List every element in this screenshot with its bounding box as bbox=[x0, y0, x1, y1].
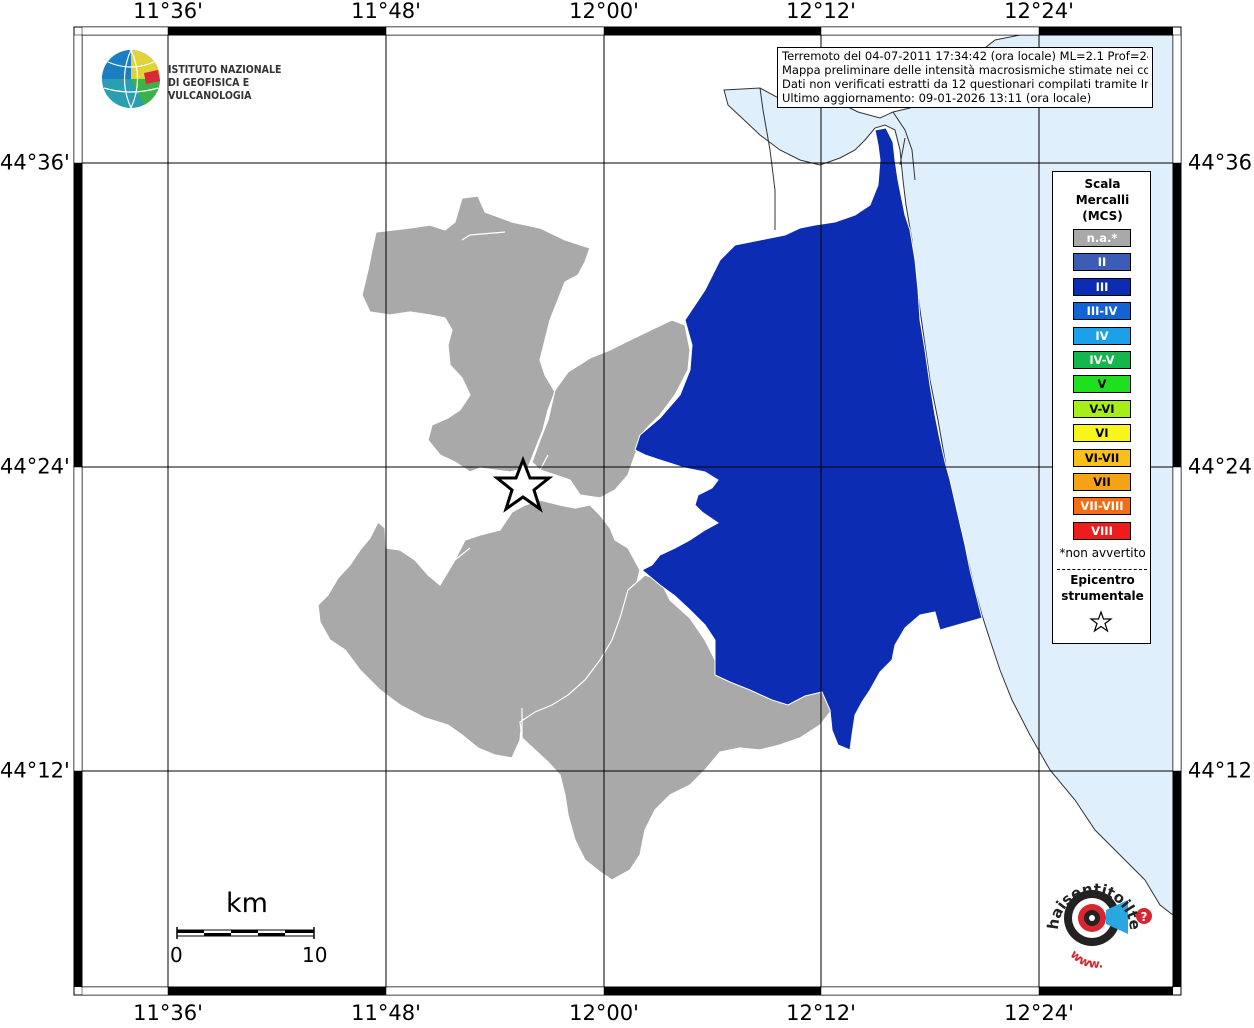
legend-title-2: Mercalli bbox=[1075, 193, 1130, 207]
event-info-box: Terremoto del 04-07-2011 17:34:42 (ora l… bbox=[777, 47, 1153, 108]
svg-text:www.: www. bbox=[1068, 947, 1104, 971]
haisentito-logo: ? haisentitoilterremoto.it www. bbox=[1022, 846, 1160, 975]
legend-swatch-6: IV-V bbox=[1073, 351, 1131, 369]
lat-label-left-2: 44°24' bbox=[0, 454, 70, 479]
legend-swatch-5: IV bbox=[1073, 326, 1131, 345]
lat-label-right-3: 44°12' bbox=[1188, 758, 1254, 783]
map-stage: 11°36' 11°48' 12°00' 12°12' 12°24' 11°36… bbox=[0, 0, 1254, 1024]
lon-label-bottom-3: 12°00' bbox=[569, 1001, 639, 1025]
mcs-legend: Scala Mercalli (MCS) n.a.* II III III-IV IV I… bbox=[1052, 171, 1151, 644]
legend-swatch-12: VII-VIII bbox=[1073, 497, 1131, 516]
lon-label-bottom-1: 11°36' bbox=[133, 1001, 203, 1025]
legend-swatch-2: II bbox=[1073, 253, 1131, 272]
lon-label-top-5: 12°24' bbox=[1004, 0, 1074, 23]
target-logo-icon: ? haisentitoilterremoto.it www. bbox=[1022, 846, 1152, 971]
legend-swatch-11: VII bbox=[1073, 473, 1131, 491]
ingv-org-name: ISTITUTO NAZIONALE DI GEOFISICA E VULCAN… bbox=[168, 64, 330, 103]
info-line-event: Terremoto del 04-07-2011 17:34:42 (ora l… bbox=[782, 49, 1148, 63]
legend-title-3: (MCS) bbox=[1082, 209, 1123, 223]
legend-epicenter-1: Epicentro bbox=[1070, 573, 1135, 587]
info-line-update: Ultimo aggiornamento: 09-01-2026 13:11 (… bbox=[782, 91, 1092, 105]
legend-star-icon bbox=[1089, 610, 1113, 633]
scale-max: 10 bbox=[302, 943, 328, 967]
lon-label-bottom-5: 12°24' bbox=[1004, 1001, 1074, 1025]
info-line-map: Mappa preliminare delle intensità macros… bbox=[782, 63, 1148, 77]
scale-bar: km 0 10 bbox=[170, 885, 330, 975]
lon-label-top-4: 12°12' bbox=[786, 0, 856, 23]
legend-swatch-4: III-IV bbox=[1073, 302, 1131, 321]
legend-swatch-10: VI-VII bbox=[1073, 448, 1131, 467]
lon-label-top-3: 12°00' bbox=[569, 0, 639, 23]
lon-label-top-2: 11°48' bbox=[351, 0, 421, 23]
legend-swatch-13: VIII bbox=[1073, 521, 1131, 540]
legend-swatch-1: n.a.* bbox=[1073, 229, 1131, 247]
legend-swatch-7: V bbox=[1073, 375, 1131, 394]
legend-title-1: Scala bbox=[1084, 177, 1121, 191]
ingv-org-line1: ISTITUTO NAZIONALE bbox=[168, 64, 282, 76]
legend-swatch-3: III bbox=[1073, 277, 1131, 296]
info-line-data: Dati non verificati estratti da 12 quest… bbox=[782, 77, 1148, 91]
lon-label-bottom-2: 11°48' bbox=[351, 1001, 421, 1025]
lat-label-left-3: 44°12' bbox=[0, 758, 70, 783]
lat-label-right-2: 44°24' bbox=[1188, 454, 1254, 479]
scale-min: 0 bbox=[170, 943, 183, 967]
lon-label-bottom-4: 12°12' bbox=[786, 1001, 856, 1025]
brand-www-text: www. bbox=[1068, 947, 1104, 971]
ingv-logo: ISTITUTO NAZIONALE DI GEOFISICA E VULCAN… bbox=[100, 48, 330, 110]
legend-separator bbox=[1057, 569, 1147, 570]
ingv-org-line2: DI GEOFISICA E VULCANOLOGIA bbox=[168, 77, 252, 102]
lon-label-top-1: 11°36' bbox=[133, 0, 203, 23]
scale-unit: km bbox=[226, 888, 268, 919]
lat-label-left-1: 44°36' bbox=[0, 150, 70, 175]
legend-note: *non avvertito bbox=[1059, 546, 1146, 560]
lat-label-right-1: 44°36' bbox=[1188, 150, 1254, 175]
legend-swatch-9: VI bbox=[1073, 424, 1131, 443]
legend-swatch-8: V-VI bbox=[1073, 399, 1131, 418]
legend-epicenter-2: strumentale bbox=[1061, 589, 1144, 603]
globe-icon bbox=[102, 49, 161, 109]
